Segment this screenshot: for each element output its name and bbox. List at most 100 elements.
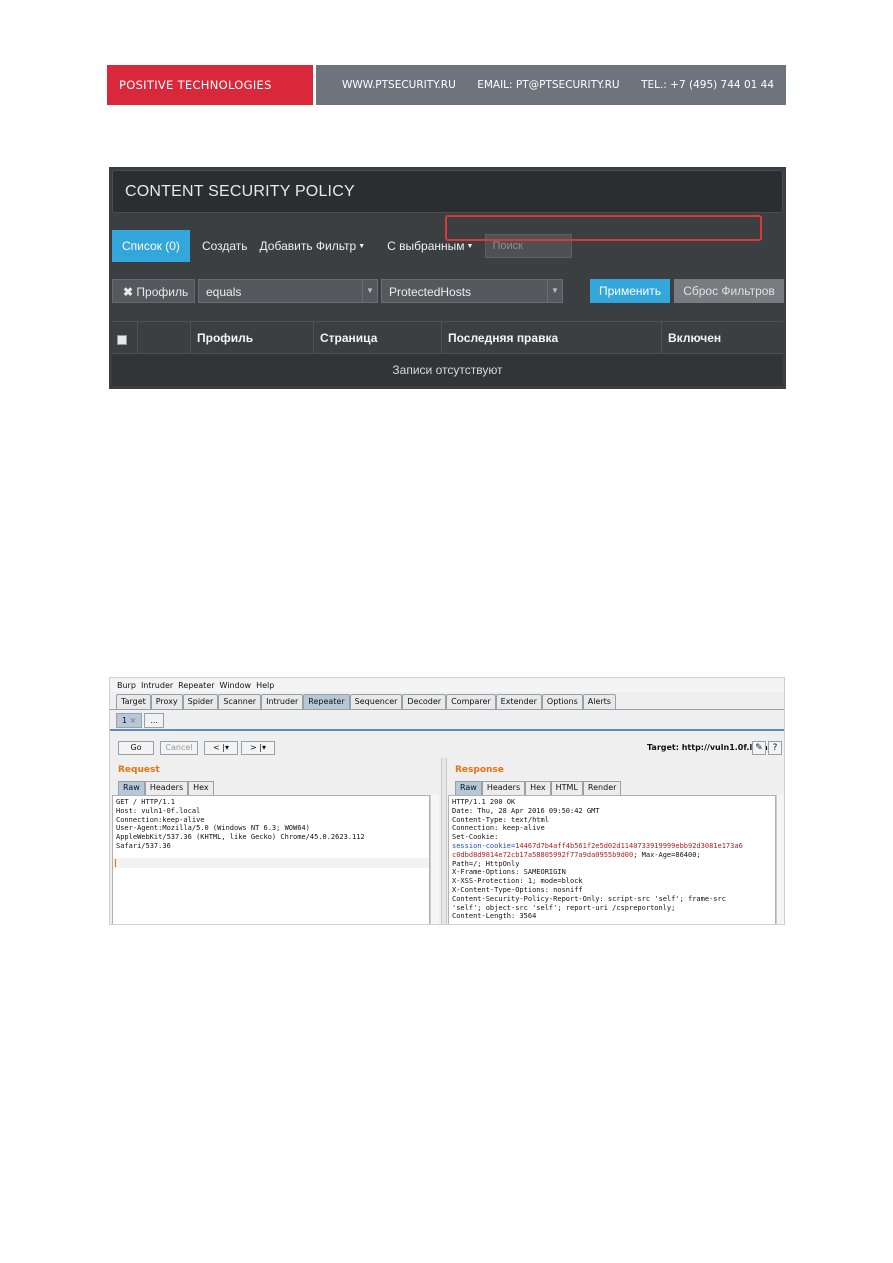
- repeater-subtabs: 1 × ...: [116, 713, 166, 728]
- csp-header-line: Content-Security-Policy-Report-Only: scr…: [452, 894, 726, 903]
- cookie-line: c0dbd8d9814e72cb17a58805992f77a9da0955b9…: [452, 851, 772, 860]
- go-button[interactable]: Go: [118, 741, 154, 755]
- pane-splitter[interactable]: [441, 758, 447, 924]
- cookie-attrs: ; Max-Age=86400;: [633, 850, 701, 859]
- operator-select[interactable]: equals ▼: [198, 279, 378, 303]
- profile-filter-label: Профиль: [136, 285, 189, 299]
- tab-spider[interactable]: Spider: [182, 694, 219, 709]
- response-line: Content-Length: 3564: [452, 912, 537, 921]
- filter-value: ProtectedHosts: [389, 285, 472, 299]
- column-header-page[interactable]: Страница: [314, 322, 442, 354]
- menu-intruder[interactable]: Intruder: [141, 681, 173, 690]
- tab-target[interactable]: Target: [116, 694, 151, 709]
- help-icon: ?: [772, 743, 778, 753]
- contact-bar: WWW.PTSECURITY.RU EMAIL: PT@PTSECURITY.R…: [316, 65, 786, 105]
- repeater-new-tab[interactable]: ...: [144, 713, 164, 728]
- menu-burp[interactable]: Burp: [117, 681, 136, 690]
- column-header-last-edit[interactable]: Последняя правка: [442, 322, 662, 354]
- menu-window[interactable]: Window: [220, 681, 252, 690]
- apply-button[interactable]: Применить: [590, 279, 670, 303]
- close-icon[interactable]: ×: [130, 716, 137, 725]
- tab-intruder[interactable]: Intruder: [261, 694, 304, 709]
- tab-scanner[interactable]: Scanner: [218, 694, 262, 709]
- back-button[interactable]: < |▾: [204, 741, 238, 755]
- chevron-down-icon: |▾: [222, 743, 229, 752]
- request-line: GET / HTTP/1.1: [116, 798, 176, 806]
- subtabs-rule: [110, 729, 784, 731]
- tab-list[interactable]: Список (0): [112, 230, 190, 262]
- request-tab-hex[interactable]: Hex: [188, 781, 214, 795]
- response-editor[interactable]: HTTP/1.1 200 OK Date: Thu, 28 Apr 2016 09…: [448, 795, 776, 924]
- email-link[interactable]: EMAIL: PT@PTSECURITY.RU: [477, 79, 619, 91]
- request-tab-raw[interactable]: Raw: [118, 781, 145, 795]
- csp-header-highlight: [445, 215, 762, 241]
- brand-logo: POSITIVE TECHNOLOGIES: [107, 65, 313, 105]
- menu-help[interactable]: Help: [256, 681, 274, 690]
- repeater-tab-1[interactable]: 1 ×: [116, 713, 143, 728]
- website-link[interactable]: WWW.PTSECURITY.RU: [342, 79, 456, 91]
- add-filter-dropdown[interactable]: Добавить Фильтр ▼: [260, 239, 366, 253]
- column-header-profile[interactable]: Профиль: [191, 322, 314, 354]
- tab-sequencer[interactable]: Sequencer: [349, 694, 403, 709]
- response-tab-html[interactable]: HTML: [550, 781, 583, 795]
- header-banner: POSITIVE TECHNOLOGIES WWW.PTSECURITY.RU …: [107, 65, 786, 105]
- cookie-line: session-cookie=14467d7b4aff4b561f2e5d02d…: [452, 842, 772, 851]
- menu-bar: Burp Intruder Repeater Window Help: [110, 678, 784, 692]
- forward-label: >: [250, 743, 257, 752]
- response-tab-headers[interactable]: Headers: [481, 781, 526, 795]
- help-button[interactable]: ?: [768, 741, 782, 755]
- response-tab-hex[interactable]: Hex: [525, 781, 551, 795]
- request-scrollbar[interactable]: [430, 795, 439, 924]
- reset-filters-button[interactable]: Сброс Фильтров: [674, 279, 784, 303]
- filter-value-select[interactable]: ProtectedHosts ▼: [381, 279, 563, 303]
- forward-button[interactable]: > |▾: [241, 741, 275, 755]
- tab-extender[interactable]: Extender: [495, 694, 542, 709]
- csp-admin-panel: CONTENT SECURITY POLICY Список (0) Созда…: [109, 167, 786, 389]
- select-all-checkbox[interactable]: [117, 335, 127, 345]
- edit-target-button[interactable]: ✎: [752, 741, 766, 755]
- tab-proxy[interactable]: Proxy: [150, 694, 183, 709]
- response-scrollbar[interactable]: [776, 795, 784, 924]
- response-line: Path=/; HttpOnly: [452, 859, 520, 868]
- tabs-divider: [110, 709, 784, 710]
- request-line: User-Agent:Mozilla/5.0 (Windows NT 6.3; …: [116, 824, 310, 833]
- request-tabs: Raw Headers Hex: [118, 781, 214, 795]
- page-title: CONTENT SECURITY POLICY: [112, 170, 783, 213]
- remove-profile-filter-button[interactable]: ✖ Профиль: [112, 279, 195, 303]
- select-all-cell: [112, 322, 138, 354]
- text-cursor: [115, 859, 116, 867]
- operator-value: equals: [206, 285, 242, 299]
- burp-window: Burp Intruder Repeater Window Help Targe…: [109, 677, 785, 925]
- request-title: Request: [118, 765, 160, 775]
- cancel-button[interactable]: Cancel: [160, 741, 198, 755]
- tab-decoder[interactable]: Decoder: [402, 694, 447, 709]
- response-line: Content-Type: text/html: [452, 815, 549, 824]
- cookie-value: c0dbd8d9814e72cb17a58805992f77a9da0955b9…: [452, 850, 634, 859]
- tab-comparer[interactable]: Comparer: [446, 694, 496, 709]
- response-tab-raw[interactable]: Raw: [455, 781, 482, 795]
- request-text: GET / HTTP/1.1 Host: vuln1-0f.local Connec…: [116, 798, 426, 851]
- response-tab-render[interactable]: Render: [582, 781, 622, 795]
- tab-alerts[interactable]: Alerts: [582, 694, 616, 709]
- filter-row: ✖ Профиль equals ▼ ProtectedHosts ▼ Прим…: [112, 279, 786, 303]
- with-selected-dropdown[interactable]: С выбранным ▼: [387, 239, 473, 253]
- response-line: HTTP/1.1 200 OK: [452, 798, 516, 806]
- request-editor[interactable]: GET / HTTP/1.1 Host: vuln1-0f.local Connec…: [112, 795, 430, 924]
- close-icon: ✖: [123, 285, 134, 299]
- response-line: X-XSS-Protection: 1; mode=block: [452, 877, 583, 886]
- request-line: Connection:keep-alive: [116, 815, 205, 824]
- chevron-down-icon: ▼: [362, 280, 377, 302]
- menu-repeater[interactable]: Repeater: [178, 681, 214, 690]
- create-button[interactable]: Создать: [202, 239, 248, 253]
- caret-down-icon: ▼: [466, 243, 474, 251]
- response-line: Set-Cookie:: [452, 833, 499, 842]
- chevron-down-icon: |▾: [259, 743, 266, 752]
- tab-options[interactable]: Options: [541, 694, 583, 709]
- tab-repeater[interactable]: Repeater: [303, 694, 350, 709]
- response-line: Connection: keep-alive: [452, 824, 545, 833]
- request-line: Host: vuln1-0f.local: [116, 806, 201, 815]
- pencil-icon: ✎: [755, 743, 763, 753]
- column-header-enabled[interactable]: Включен: [662, 322, 783, 354]
- request-tab-headers[interactable]: Headers: [144, 781, 189, 795]
- repeater-tab-1-label: 1: [122, 716, 128, 725]
